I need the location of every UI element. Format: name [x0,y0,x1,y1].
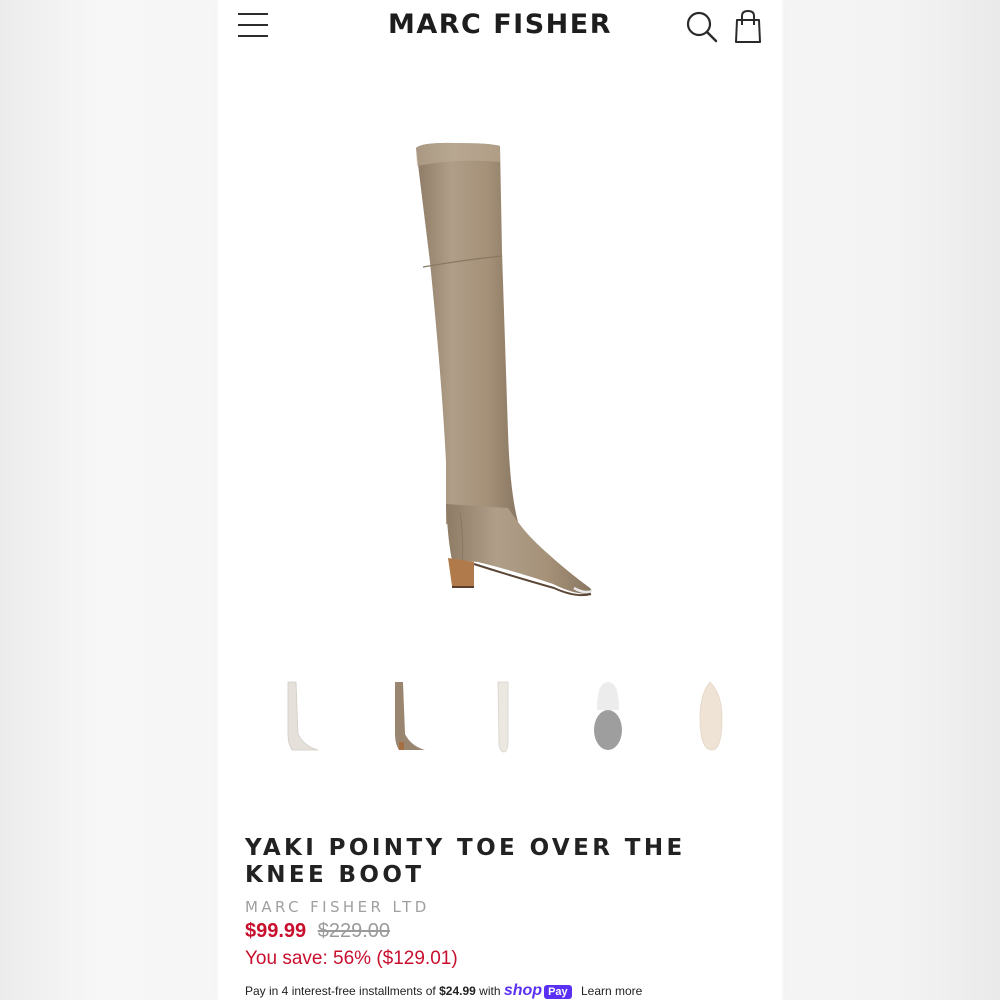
sale-price: $99.99 [245,920,307,942]
learn-more-link[interactable]: Learn more [581,984,642,998]
product-hero-image[interactable] [368,132,628,612]
shop-pay-installments: Pay in 4 interest-free installments of $… [245,982,765,1000]
shopping-bag-icon [735,9,761,43]
thumbnail-boot-image [395,682,425,750]
search-icon [686,11,718,43]
thumbnail-front-ivory[interactable] [464,674,544,758]
thumbnail-side-ivory[interactable] [258,674,338,758]
installments-prefix: Pay in 4 interest-free installments of [245,984,436,998]
thumbnail-boot-image [287,681,319,751]
product-brand[interactable]: MARC FISHER LTD [245,898,765,916]
boot-image [416,142,593,597]
product-info: YAKI POINTY TOE OVER THE KNEE BOOT MARC … [245,835,765,1000]
thumbnail-strip [258,674,758,758]
thumbnail-side-taupe[interactable] [361,674,441,758]
thumbnail-sole-view[interactable] [670,674,750,758]
shop-pay-logo: shop [503,982,543,999]
price-row: $99.99 $229.00 [245,920,765,943]
installment-amount: $24.99 [439,984,476,998]
thumbnail-back-view[interactable] [567,674,647,758]
thumbnail-boot-image [699,681,723,751]
thumbnail-boot-image [497,681,509,753]
site-header: MARC FISHER [218,0,782,60]
compare-at-price: $229.00 [317,920,391,942]
savings-text: You save: 56% ($129.01) [245,948,458,969]
installments-with: with [479,984,501,998]
product-page: MARC FISHER YAKI POINTY TOE OVER THE KNE… [218,0,782,1000]
product-title: YAKI POINTY TOE OVER THE KNEE BOOT [245,835,686,888]
thumbnail-boot-image [594,682,622,750]
cart-button[interactable] [730,8,766,46]
search-button[interactable] [684,8,720,46]
shop-pay-badge: Pay [544,985,572,999]
